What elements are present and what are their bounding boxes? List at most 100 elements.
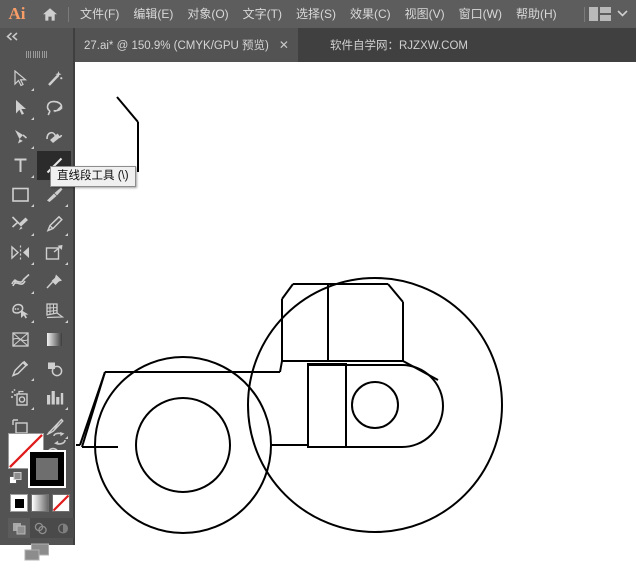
lasso-tool[interactable] <box>37 93 71 122</box>
default-swatches-icon <box>9 472 22 484</box>
menu-view[interactable]: 视图(V) <box>398 0 452 28</box>
tool-flyout-marker <box>31 175 34 178</box>
cab-step <box>279 360 283 373</box>
menu-bar: Ai 文件(F) 编辑(E) 对象(O) 文字(T) 选择(S) 效果(C) 视… <box>0 0 636 28</box>
menu-object[interactable]: 对象(O) <box>180 0 235 28</box>
symbol-sprayer-icon <box>10 389 28 406</box>
mesh-icon <box>11 332 29 347</box>
curvature-tool[interactable] <box>37 122 71 151</box>
menu-window[interactable]: 窗口(W) <box>452 0 509 28</box>
draw-inside-icon <box>57 522 69 534</box>
front-wheel-inner <box>135 397 231 493</box>
blend-tool[interactable] <box>37 354 71 383</box>
width-tool[interactable] <box>3 267 37 296</box>
chevron-down-icon-glyph <box>617 10 628 17</box>
draw-behind-button[interactable] <box>30 518 52 538</box>
cab-roof-left-post <box>281 283 294 300</box>
artboard-canvas[interactable] <box>75 62 636 545</box>
tool-flyout-marker <box>65 262 68 265</box>
rectangle-tool[interactable] <box>3 180 37 209</box>
gradient-tool[interactable] <box>37 325 71 354</box>
eyedropper-tool[interactable] <box>3 354 37 383</box>
cab-roof-right-post <box>387 283 404 303</box>
shaper-tool[interactable] <box>3 209 37 238</box>
tool-flyout-marker <box>31 291 34 294</box>
tool-flyout-marker <box>31 262 34 265</box>
menu-help[interactable]: 帮助(H) <box>509 0 564 28</box>
app-logo: Ai <box>8 4 26 23</box>
home-icon[interactable] <box>34 0 66 28</box>
tool-tooltip: 直线段工具 (\) <box>50 166 136 187</box>
roller-hub <box>351 381 399 429</box>
free-transform-tool[interactable] <box>37 267 71 296</box>
tool-flyout-marker <box>31 146 34 149</box>
symbol-sprayer-tool[interactable] <box>3 383 37 412</box>
tool-flyout-marker <box>31 204 34 207</box>
draw-normal-button[interactable] <box>8 518 30 538</box>
menu-select[interactable]: 选择(S) <box>289 0 343 28</box>
screen-mode-icon <box>24 543 49 561</box>
pushpin-icon <box>45 274 62 289</box>
pencil-tool[interactable] <box>37 209 71 238</box>
pen-tool[interactable] <box>3 122 37 151</box>
double-chevron-left-icon <box>6 31 18 41</box>
rear-fender-arm <box>402 360 439 381</box>
draw-inside-button[interactable] <box>52 518 74 538</box>
chevron-down-icon[interactable] <box>617 9 628 19</box>
tool-flyout-marker <box>31 233 34 236</box>
tool-flyout-marker <box>31 88 34 91</box>
direct-selection-tool[interactable] <box>3 93 37 122</box>
default-fill-stroke-icon[interactable] <box>9 472 23 491</box>
shape-builder-icon <box>11 303 28 319</box>
magic-wand-tool[interactable] <box>37 64 71 93</box>
color-mode-group <box>10 494 70 512</box>
perspective-grid-tool[interactable] <box>37 296 71 325</box>
tools-panel <box>0 28 75 561</box>
menu-type[interactable]: 文字(T) <box>236 0 289 28</box>
axle-bar <box>307 363 347 448</box>
menu-edit[interactable]: 编辑(E) <box>126 0 180 28</box>
swap-fill-stroke-icon[interactable] <box>52 432 67 451</box>
shape-builder-tool[interactable] <box>3 296 37 325</box>
close-icon[interactable]: ✕ <box>279 39 289 51</box>
tool-flyout-marker <box>31 378 34 381</box>
change-screen-mode-button[interactable] <box>24 543 50 568</box>
panel-grip-handle[interactable] <box>0 46 73 62</box>
none-mode-button[interactable] <box>52 494 70 512</box>
panel-layout-icon[interactable] <box>589 7 611 21</box>
magic-wand-icon <box>47 71 62 86</box>
menu-file[interactable]: 文件(F) <box>73 0 126 28</box>
curvature-pen-icon <box>45 131 62 143</box>
front-wheel-outer <box>94 356 272 534</box>
paintbrush-icon <box>46 187 62 202</box>
road-roller-line-drawing <box>76 96 503 534</box>
rotate-reflect-tool[interactable] <box>3 238 37 267</box>
tool-flyout-marker <box>31 320 34 323</box>
scale-tool[interactable] <box>37 238 71 267</box>
column-graph-tool[interactable] <box>37 383 71 412</box>
document-tab-active[interactable]: 27.ai* @ 150.9% (CMYK/GPU 预览) ✕ <box>75 28 298 62</box>
home-icon-glyph <box>43 7 57 21</box>
tool-flyout-marker <box>65 204 68 207</box>
gradient-square-icon <box>46 333 62 346</box>
mesh-tool[interactable] <box>3 325 37 354</box>
stroke-swatch[interactable] <box>28 450 66 488</box>
selection-tool[interactable] <box>3 64 37 93</box>
panel-layout-icon-glyph <box>589 7 611 21</box>
gradient-mode-button[interactable] <box>31 494 49 512</box>
perspective-grid-icon <box>45 303 64 319</box>
type-tool[interactable] <box>3 151 37 180</box>
reflect-icon <box>10 245 29 260</box>
width-warp-icon <box>10 273 30 287</box>
document-tab-title: 27.ai* @ 150.9% (CMYK/GPU 预览) <box>84 40 269 52</box>
menu-effect[interactable]: 效果(C) <box>343 0 398 28</box>
tools-panel-header <box>0 28 73 46</box>
bar-graph-icon <box>46 391 63 405</box>
rectangle-icon <box>11 187 29 202</box>
type-T-icon <box>14 158 26 172</box>
color-mode-button[interactable] <box>10 494 28 512</box>
collapse-panel-icon[interactable] <box>6 31 19 43</box>
tool-flyout-marker <box>65 407 68 410</box>
roller-outer <box>247 277 503 533</box>
scale-arrow-icon <box>45 244 62 260</box>
